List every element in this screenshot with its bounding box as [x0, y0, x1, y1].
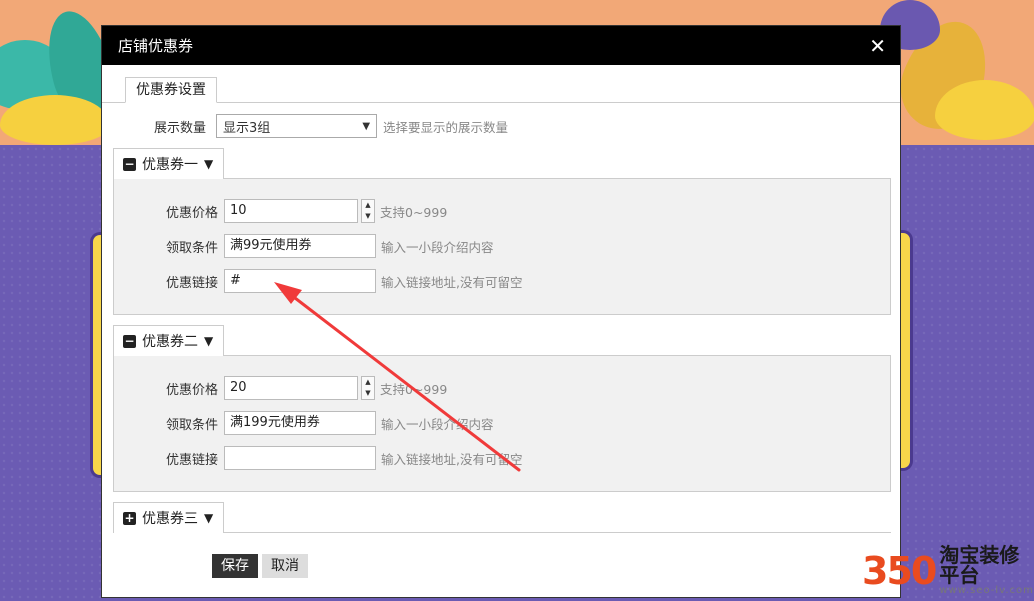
watermark-name: 淘宝装修平台 — [939, 543, 1020, 587]
triangle-down-icon: ▼ — [204, 511, 214, 525]
coupon-2-title: 优惠券二 — [142, 334, 198, 350]
watermark-number: 350 — [862, 548, 937, 593]
watermark-url: www.seo-lv.com — [939, 585, 1034, 596]
collapse-icon: − — [123, 333, 136, 348]
triangle-down-icon: ▼ — [204, 334, 214, 348]
collapse-icon: − — [123, 156, 136, 171]
coupon-3-header[interactable]: + 优惠券三 ▼ — [113, 502, 225, 533]
triangle-down-icon: ▼ — [204, 157, 214, 171]
coupon-3-title: 优惠券三 — [142, 511, 198, 527]
expand-icon: + — [123, 510, 136, 525]
coupon-1-header[interactable]: − 优惠券一 ▼ — [113, 148, 225, 179]
watermark-text: 淘宝装修平台 www.seo-lv.com — [939, 545, 1034, 596]
watermark-logo: 350 淘宝装修平台 www.seo-lv.com — [862, 545, 1034, 596]
coupon-2-header[interactable]: − 优惠券二 ▼ — [113, 325, 225, 356]
coupon-1-title: 优惠券一 — [142, 157, 198, 173]
